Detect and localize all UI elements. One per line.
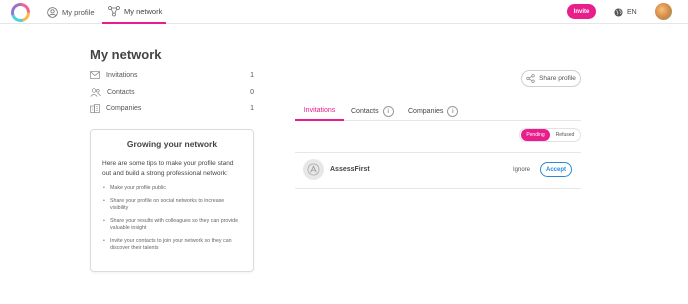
share-icon	[526, 74, 535, 83]
tips-list: Make your profile public Share your prof…	[102, 185, 242, 253]
envelope-icon	[90, 71, 100, 79]
tips-intro: Here are some tips to make your profile …	[102, 160, 234, 177]
summary-companies-label: Companies	[106, 104, 142, 112]
nav-my-network[interactable]: My network	[102, 0, 166, 24]
tab-contacts-label: Contacts	[351, 108, 379, 115]
divider	[295, 152, 581, 153]
top-navigation-bar: My profile My network Invite EN	[0, 0, 688, 24]
summary-companies-count: 1	[250, 104, 254, 112]
language-selector[interactable]: EN	[614, 5, 637, 19]
tip-item: Make your profile public	[102, 185, 242, 193]
tip-item: Invite your contacts to join your networ…	[102, 238, 242, 253]
tab-invitations[interactable]: Invitations	[295, 102, 344, 121]
building-icon	[90, 103, 100, 113]
language-label: EN	[627, 8, 637, 16]
tab-companies-label: Companies	[408, 108, 444, 115]
tab-companies[interactable]: Companies i	[408, 102, 459, 121]
summary-contacts[interactable]: Contacts 0	[90, 85, 254, 99]
invite-button[interactable]: Invite	[567, 4, 596, 19]
filter-refused[interactable]: Refused	[550, 129, 580, 141]
status-filter: Pending Refused	[519, 128, 581, 142]
tips-title: Growing your network	[126, 139, 218, 149]
invitation-row: AssessFirst Ignore Accept	[295, 155, 581, 185]
company-logo	[303, 159, 324, 180]
summary-companies[interactable]: Companies 1	[90, 101, 254, 115]
share-profile-button[interactable]: Share profile	[521, 70, 581, 87]
page-title: My network	[90, 47, 162, 62]
summary-contacts-label: Contacts	[107, 88, 135, 96]
network-tabs: Invitations Contacts i Companies i	[295, 102, 581, 121]
info-icon[interactable]: i	[382, 106, 394, 117]
share-profile-label: Share profile	[539, 75, 576, 82]
tab-contacts[interactable]: Contacts i	[351, 102, 394, 121]
company-name: AssessFirst	[330, 166, 370, 173]
network-tips-card: Growing your network Here are some tips …	[90, 129, 254, 272]
filter-pending[interactable]: Pending	[521, 129, 550, 141]
people-icon	[90, 87, 101, 97]
summary-invitations-label: Invitations	[106, 71, 138, 79]
globe-icon	[614, 7, 623, 17]
ignore-button[interactable]: Ignore	[513, 167, 530, 173]
tip-item: Share your profile on social networks to…	[102, 198, 242, 213]
user-circle-icon	[47, 6, 58, 18]
summary-invitations[interactable]: Invitations 1	[90, 68, 254, 82]
nav-my-network-label: My network	[124, 6, 163, 16]
tip-item: Share your results with colleagues so th…	[102, 218, 242, 233]
app-logo[interactable]	[11, 3, 30, 22]
summary-invitations-count: 1	[250, 71, 254, 79]
divider	[295, 188, 581, 189]
info-icon[interactable]: i	[447, 106, 459, 117]
accept-button[interactable]: Accept	[540, 162, 572, 177]
nav-my-profile-label: My profile	[62, 7, 95, 17]
network-icon	[108, 5, 120, 16]
nav-my-profile[interactable]: My profile	[47, 0, 95, 24]
tab-invitations-label: Invitations	[303, 107, 336, 114]
summary-contacts-count: 0	[250, 88, 254, 96]
user-avatar[interactable]	[655, 3, 672, 20]
company-logo-icon	[307, 163, 320, 176]
